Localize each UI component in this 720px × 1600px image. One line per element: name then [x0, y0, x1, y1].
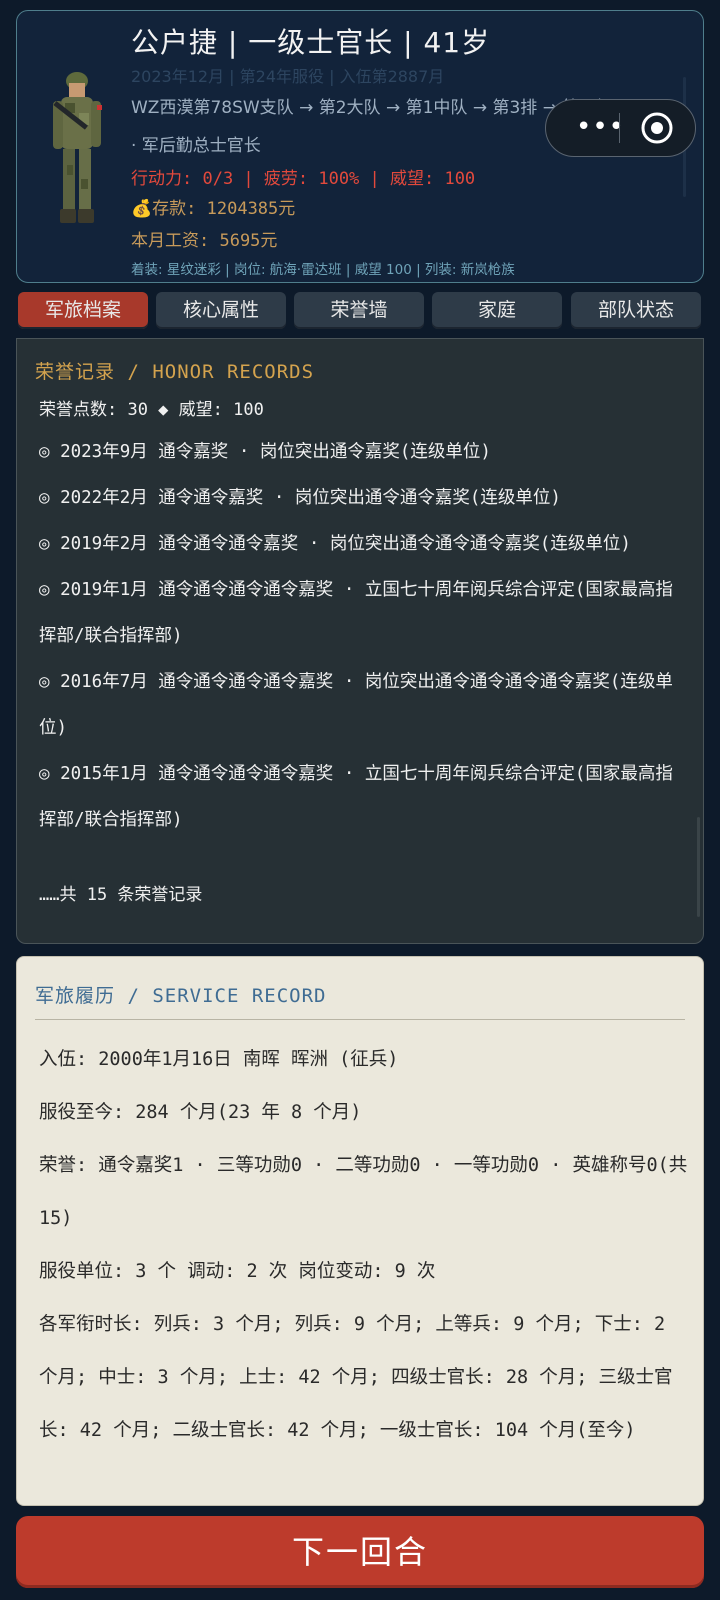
unit-path: WZ西漠第78SW支队 → 第2大队 → 第1中队 → 第3排 → 第3班: [131, 98, 608, 118]
honor-count: ……共 15 条荣誉记录: [39, 885, 203, 905]
tab-honor-wall[interactable]: 荣誉墙: [294, 292, 424, 329]
equipment-line: 着装: 星纹迷彩 | 岗位: 航海·雷达班 | 威望 100 | 列装: 新岚枪…: [131, 262, 515, 278]
tab-core-attributes[interactable]: 核心属性: [156, 292, 286, 329]
honor-item: ◎ 2016年7月 通令通令通令通令嘉奖 · 岗位突出通令通令通令通令嘉奖(连级…: [39, 672, 673, 738]
honor-scrollbar[interactable]: [697, 817, 700, 917]
soldier-avatar: [53, 72, 102, 223]
miniprogram-capsule: •••: [545, 99, 696, 157]
unit-changes: 服役单位: 3 个 调动: 2 次 岗位变动: 9 次: [39, 1261, 436, 1282]
honor-item: ◎ 2015年1月 通令通令通令通令嘉奖 · 立国七十周年阅兵综合评定(国家最高…: [39, 764, 673, 830]
honor-item: ◎ 2019年1月 通令通令通令通令嘉奖 · 立国七十周年阅兵综合评定(国家最高…: [39, 580, 673, 646]
service-duration: 服役至今: 284 个月(23 年 8 个月): [39, 1102, 362, 1123]
service-summary: 2023年12月 | 第24年服役 | 入伍第2887月: [131, 67, 445, 86]
next-turn-button[interactable]: 下一回合: [16, 1516, 704, 1588]
tab-unit-status[interactable]: 部队状态: [571, 292, 701, 329]
tab-bar: 军旅档案 核心属性 荣誉墙 家庭 部队状态: [18, 292, 701, 330]
rank-durations: 各军衔时长: 列兵: 3 个月; 列兵: 9 个月; 上等兵: 9 个月; 下士…: [39, 1314, 673, 1441]
monthly-salary: 本月工资: 5695元: [131, 231, 278, 251]
tab-family[interactable]: 家庭: [432, 292, 562, 329]
enlist-info: 入伍: 2000年1月16日 南晖 晖洲 (征兵): [39, 1049, 399, 1070]
honor-summary: 荣誉: 通令嘉奖1 · 三等功勋0 · 二等功勋0 · 一等功勋0 · 英雄称号…: [39, 1155, 688, 1229]
savings: 💰存款: 1204385元: [131, 199, 296, 219]
capsule-divider: [619, 113, 620, 143]
stats-line: 行动力: 0/3 | 疲劳: 100% | 威望: 100: [131, 169, 476, 189]
honor-points: 荣誉点数: 30 ◆ 威望: 100: [39, 400, 264, 420]
close-target-icon[interactable]: [640, 111, 674, 145]
honor-records-panel: 荣誉记录 / HONOR RECORDS 荣誉点数: 30 ◆ 威望: 100 …: [16, 338, 704, 944]
divider: [35, 1019, 685, 1020]
service-record-title: 军旅履历 / SERVICE RECORD: [35, 985, 327, 1007]
honor-item: ◎ 2023年9月 通令嘉奖 · 岗位突出通令嘉奖(连级单位): [39, 442, 491, 462]
honor-item: ◎ 2022年2月 通令通令嘉奖 · 岗位突出通令通令嘉奖(连级单位): [39, 488, 561, 508]
tab-military-archive[interactable]: 军旅档案: [18, 292, 148, 329]
honor-records-title: 荣誉记录 / HONOR RECORDS: [35, 361, 315, 383]
service-record-body: 入伍: 2000年1月16日 南晖 晖洲 (征兵) 服役至今: 284 个月(2…: [39, 1033, 689, 1457]
profile-title: 公户捷 | 一级士官长 | 41岁: [131, 26, 491, 59]
service-record-panel: 军旅履历 / SERVICE RECORD 入伍: 2000年1月16日 南晖 …: [16, 956, 704, 1506]
more-menu-icon[interactable]: •••: [576, 114, 625, 140]
honor-item: ◎ 2019年2月 通令通令通令嘉奖 · 岗位突出通令通令通令嘉奖(连级单位): [39, 534, 631, 554]
unit-role: · 军后勤总士官长: [131, 136, 261, 156]
honor-list: ◎ 2023年9月 通令嘉奖 · 岗位突出通令嘉奖(连级单位) ◎ 2022年2…: [39, 429, 689, 843]
